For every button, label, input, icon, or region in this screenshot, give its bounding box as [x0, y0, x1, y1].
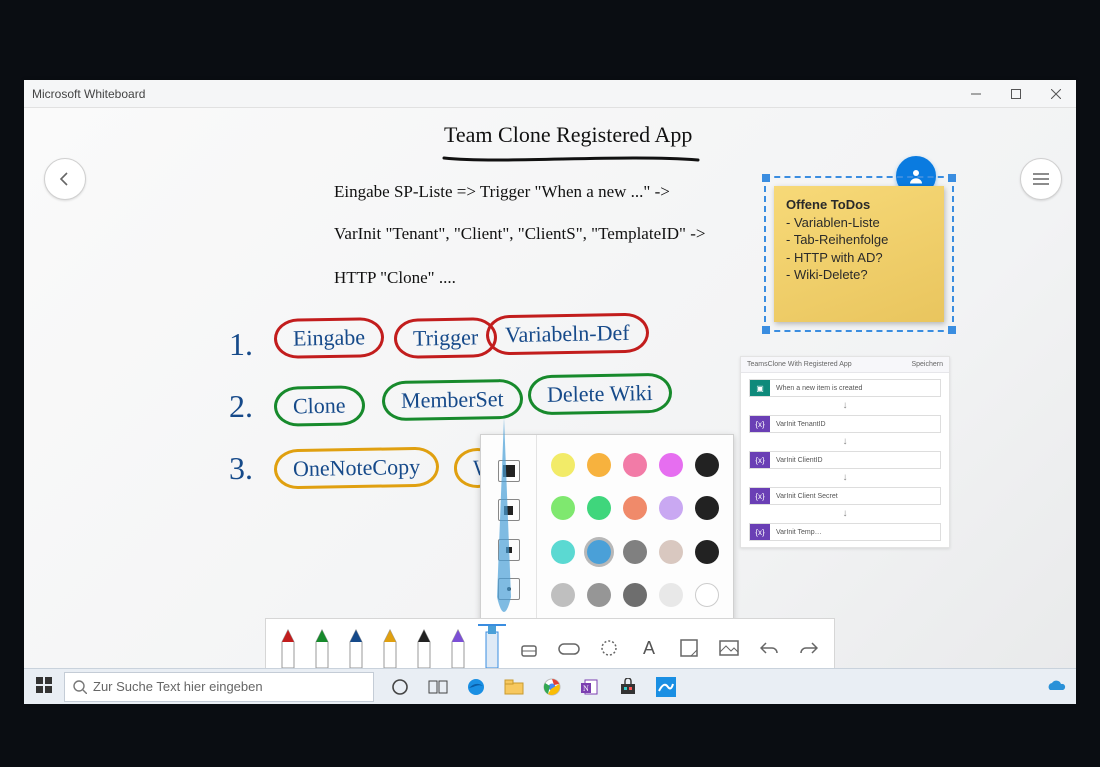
note-line-2: VarInit "Tenant", "Client", "ClientS", "…: [334, 224, 706, 244]
flow-header-title: TeamsClone With Registered App: [747, 361, 852, 368]
image-tool[interactable]: [712, 628, 746, 668]
color-swatch[interactable]: [659, 583, 683, 607]
window-close-button[interactable]: [1036, 80, 1076, 108]
eraser-tool[interactable]: [512, 628, 546, 668]
bubble-eingabe: Eingabe: [274, 317, 385, 359]
color-swatch[interactable]: [587, 496, 611, 520]
whiteboard-toolbar: A: [265, 618, 835, 668]
back-button[interactable]: [44, 158, 86, 200]
color-swatch[interactable]: [551, 540, 575, 564]
bubble-trigger: Trigger: [394, 317, 498, 359]
search-placeholder: Zur Suche Text hier eingeben: [93, 679, 263, 694]
color-swatch[interactable]: [551, 453, 575, 477]
note-line-1: Eingabe SP-Liste => Trigger "When a new …: [334, 182, 670, 202]
color-swatch[interactable]: [695, 540, 719, 564]
color-swatch[interactable]: [587, 583, 611, 607]
color-swatch[interactable]: [695, 453, 719, 477]
color-swatch[interactable]: [551, 583, 575, 607]
pen-tool-red[interactable]: [274, 624, 302, 668]
color-swatch[interactable]: [659, 540, 683, 564]
color-swatch[interactable]: [551, 496, 575, 520]
thickness-small[interactable]: [498, 539, 520, 561]
windows-taskbar: Zur Suche Text hier eingeben N: [24, 668, 1076, 704]
thickness-tiny[interactable]: [498, 578, 520, 600]
sticky-item-1: - Variablen-Liste: [786, 215, 880, 230]
pen-tool-rainbow[interactable]: [444, 624, 472, 668]
pen-tool-black[interactable]: [410, 624, 438, 668]
text-tool[interactable]: A: [632, 628, 666, 668]
color-swatch-selected[interactable]: [587, 540, 611, 564]
bubble-deletewiki: Delete Wiki: [528, 373, 672, 416]
ruler-tool[interactable]: [552, 628, 586, 668]
window-title: Microsoft Whiteboard: [32, 87, 145, 101]
color-swatch[interactable]: [623, 583, 647, 607]
list-number-1: 1.: [229, 326, 253, 363]
sticky-selection-frame[interactable]: Offene ToDos - Variablen-Liste - Tab-Rei…: [764, 176, 954, 332]
window-maximize-button[interactable]: [996, 80, 1036, 108]
color-swatch[interactable]: [623, 496, 647, 520]
color-swatch[interactable]: [587, 453, 611, 477]
sticky-item-4: - Wiki-Delete?: [786, 267, 868, 282]
start-button[interactable]: [24, 677, 64, 696]
sticky-title: Offene ToDos: [786, 197, 870, 212]
lasso-tool[interactable]: [592, 628, 626, 668]
window-minimize-button[interactable]: [956, 80, 996, 108]
taskbar-store-icon[interactable]: [610, 669, 646, 705]
bubble-clone: Clone: [274, 385, 365, 427]
sticky-item-3: - HTTP with AD?: [786, 250, 883, 265]
flow-header-save: Speichern: [911, 361, 943, 368]
sticky-item-2: - Tab-Reihenfolge: [786, 232, 888, 247]
taskbar-edge-icon[interactable]: [458, 669, 494, 705]
window-titlebar: Microsoft Whiteboard: [24, 80, 1076, 108]
taskbar-search[interactable]: Zur Suche Text hier eingeben: [64, 672, 374, 702]
taskbar-whiteboard-icon[interactable]: [648, 669, 684, 705]
bubble-onenote: OneNoteCopy: [274, 447, 440, 490]
pen-color-picker: [480, 434, 734, 626]
taskbar-chrome-icon[interactable]: [534, 669, 570, 705]
thickness-medium[interactable]: [498, 499, 520, 521]
color-swatch[interactable]: [623, 453, 647, 477]
sticky-tool[interactable]: [672, 628, 706, 668]
title-underline: [442, 152, 702, 166]
embedded-flow-image[interactable]: TeamsClone With Registered App Speichern…: [740, 356, 950, 548]
highlighter-tool[interactable]: [478, 624, 506, 668]
bubble-variabeln: Variabeln-Def: [486, 313, 649, 356]
sticky-note[interactable]: Offene ToDos - Variablen-Liste - Tab-Rei…: [774, 186, 944, 322]
redo-button[interactable]: [792, 628, 826, 668]
color-swatch[interactable]: [623, 540, 647, 564]
svg-text:N: N: [583, 684, 589, 693]
tray-onedrive-icon[interactable]: [1046, 678, 1066, 695]
board-title: Team Clone Registered App: [444, 122, 692, 148]
taskbar-onenote-icon[interactable]: N: [572, 669, 608, 705]
bubble-memberset: MemberSet: [382, 379, 523, 421]
pen-tool-yellow[interactable]: [376, 624, 404, 668]
list-number-3: 3.: [229, 450, 253, 487]
color-swatch[interactable]: [695, 496, 719, 520]
color-grid: [537, 435, 733, 625]
taskbar-taskview-icon[interactable]: [420, 669, 456, 705]
taskbar-explorer-icon[interactable]: [496, 669, 532, 705]
search-icon: [73, 680, 87, 694]
menu-button[interactable]: [1020, 158, 1062, 200]
list-number-2: 2.: [229, 388, 253, 425]
color-swatch[interactable]: [659, 496, 683, 520]
pen-tool-green[interactable]: [308, 624, 336, 668]
taskbar-cortana-icon[interactable]: [382, 669, 418, 705]
note-line-3: HTTP "Clone" ....: [334, 268, 456, 288]
pen-tool-blue[interactable]: [342, 624, 370, 668]
color-swatch[interactable]: [659, 453, 683, 477]
thickness-large[interactable]: [498, 460, 520, 482]
undo-button[interactable]: [752, 628, 786, 668]
color-swatch[interactable]: [695, 583, 719, 607]
whiteboard-canvas[interactable]: Team Clone Registered App Eingabe SP-Lis…: [24, 108, 1076, 668]
